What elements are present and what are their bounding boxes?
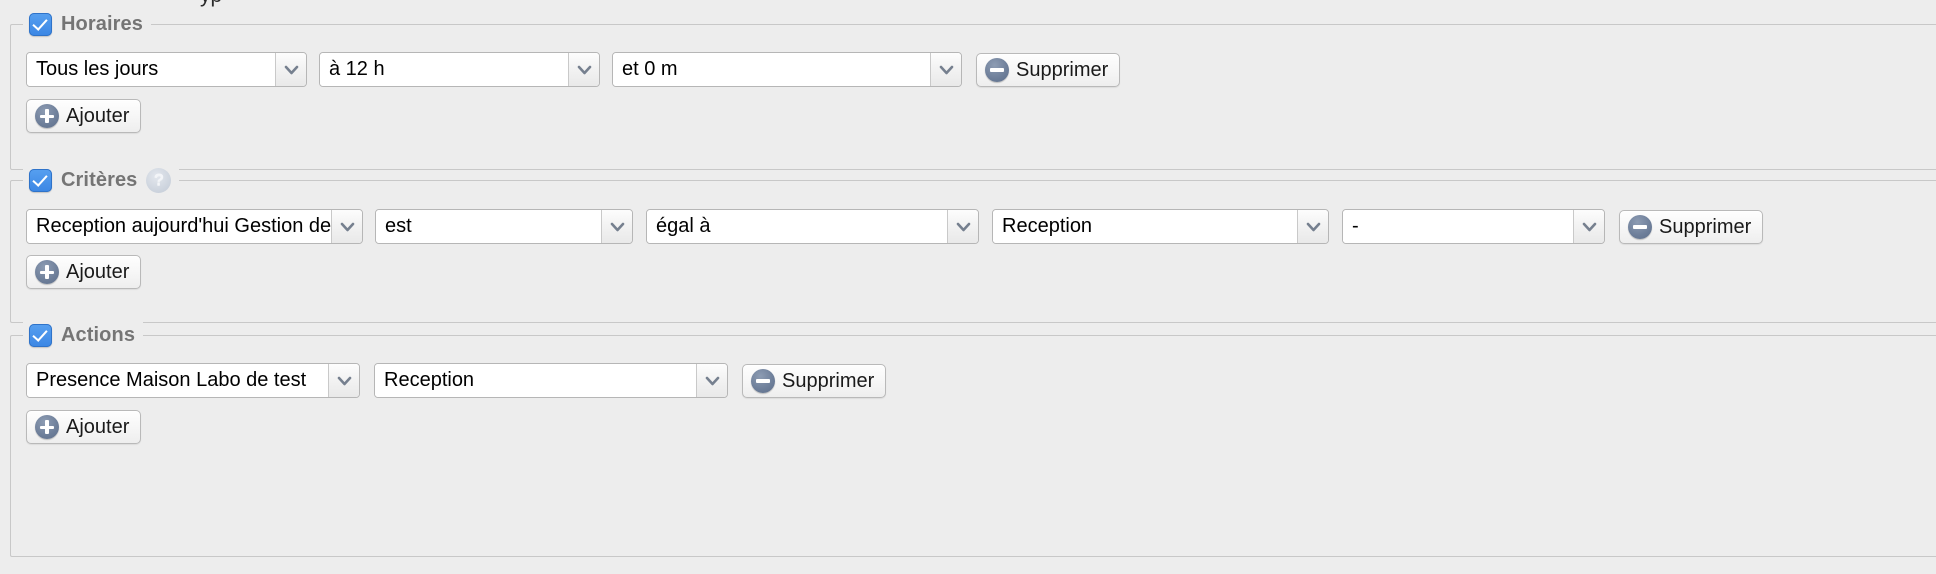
automation-rule-editor: yp Horaires Tous les jours à 12 h bbox=[0, 0, 1936, 574]
actions-action-value: Reception bbox=[375, 364, 696, 397]
horaires-row: Tous les jours à 12 h et 0 m Supprimer bbox=[26, 52, 1121, 87]
criteres-delete-button[interactable]: Supprimer bbox=[1619, 209, 1764, 244]
section-actions-checkbox[interactable] bbox=[29, 323, 52, 347]
actions-add-label: Ajouter bbox=[66, 416, 130, 438]
section-actions-title: Actions bbox=[61, 323, 136, 346]
criteres-operator-select[interactable]: égal à bbox=[646, 209, 979, 244]
actions-add-button[interactable]: Ajouter bbox=[26, 410, 142, 444]
horaires-day-select[interactable]: Tous les jours bbox=[26, 52, 307, 87]
horaires-add-label: Ajouter bbox=[66, 105, 130, 127]
horaires-add-button[interactable]: Ajouter bbox=[26, 99, 142, 133]
help-icon-glyph: ? bbox=[153, 170, 165, 189]
horaires-hour-value: à 12 h bbox=[320, 53, 568, 86]
chevron-down-icon bbox=[696, 364, 727, 397]
minus-circle-icon bbox=[751, 368, 775, 393]
criteres-value2-value: - bbox=[1343, 210, 1573, 243]
criteres-verb-value: est bbox=[376, 210, 601, 243]
clipped-heading-sliver: yp bbox=[0, 0, 1936, 8]
criteres-row: Reception aujourd'hui Gestion des est ég… bbox=[26, 209, 1764, 244]
criteres-add-button[interactable]: Ajouter bbox=[26, 255, 142, 289]
horaires-delete-label: Supprimer bbox=[1016, 58, 1109, 81]
actions-row: Presence Maison Labo de test Reception S… bbox=[26, 363, 887, 398]
chevron-down-icon bbox=[947, 210, 978, 243]
chevron-down-icon bbox=[1573, 210, 1604, 243]
minus-circle-icon bbox=[985, 57, 1009, 82]
section-horaires-checkbox[interactable] bbox=[29, 12, 52, 36]
criteres-value2-select[interactable]: - bbox=[1342, 209, 1605, 244]
plus-circle-icon bbox=[35, 104, 59, 128]
plus-circle-icon bbox=[35, 260, 59, 284]
criteres-value1-select[interactable]: Reception bbox=[992, 209, 1329, 244]
criteres-verb-select[interactable]: est bbox=[375, 209, 633, 244]
chevron-down-icon bbox=[328, 364, 359, 397]
actions-target-value: Presence Maison Labo de test bbox=[27, 364, 328, 397]
chevron-down-icon bbox=[568, 53, 599, 86]
horaires-minute-value: et 0 m bbox=[613, 53, 930, 86]
section-horaires-title: Horaires bbox=[61, 12, 143, 35]
actions-delete-button[interactable]: Supprimer bbox=[742, 363, 887, 398]
actions-target-select[interactable]: Presence Maison Labo de test bbox=[26, 363, 360, 398]
criteres-delete-label: Supprimer bbox=[1659, 215, 1752, 238]
clipped-heading-text: yp bbox=[200, 0, 222, 8]
chevron-down-icon bbox=[275, 53, 306, 86]
section-horaires: Horaires Tous les jours à 12 h et 0 m Su… bbox=[10, 10, 1936, 170]
horaires-minute-select[interactable]: et 0 m bbox=[612, 52, 962, 87]
actions-delete-label: Supprimer bbox=[782, 369, 875, 392]
minus-circle-icon bbox=[1628, 214, 1652, 239]
section-actions-legend: Actions bbox=[23, 321, 144, 349]
chevron-down-icon bbox=[331, 210, 362, 243]
chevron-down-icon bbox=[930, 53, 961, 86]
section-criteres-checkbox[interactable] bbox=[29, 168, 52, 192]
criteres-subject-select[interactable]: Reception aujourd'hui Gestion des bbox=[26, 209, 363, 244]
chevron-down-icon bbox=[1297, 210, 1328, 243]
horaires-delete-button[interactable]: Supprimer bbox=[976, 52, 1121, 87]
section-criteres-title: Critères bbox=[61, 168, 138, 191]
criteres-operator-value: égal à bbox=[647, 210, 947, 243]
section-actions: Actions Presence Maison Labo de test Rec… bbox=[10, 321, 1936, 557]
horaires-hour-select[interactable]: à 12 h bbox=[319, 52, 600, 87]
section-horaires-legend: Horaires bbox=[23, 10, 151, 38]
criteres-value1-value: Reception bbox=[993, 210, 1297, 243]
plus-circle-icon bbox=[35, 415, 59, 439]
criteres-add-label: Ajouter bbox=[66, 261, 130, 283]
horaires-day-value: Tous les jours bbox=[27, 53, 275, 86]
actions-action-select[interactable]: Reception bbox=[374, 363, 728, 398]
section-criteres-legend: Critères ? bbox=[23, 166, 180, 194]
help-icon[interactable]: ? bbox=[146, 167, 172, 193]
chevron-down-icon bbox=[601, 210, 632, 243]
criteres-subject-value: Reception aujourd'hui Gestion des bbox=[27, 210, 331, 243]
section-criteres: Critères ? Reception aujourd'hui Gestion… bbox=[10, 166, 1936, 323]
